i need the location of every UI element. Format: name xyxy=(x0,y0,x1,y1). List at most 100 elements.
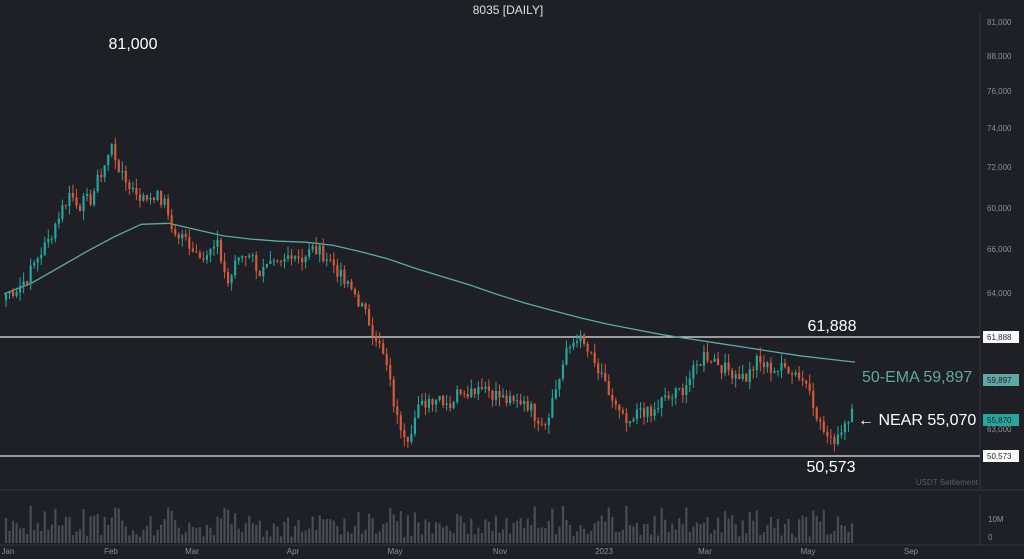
candle-body xyxy=(276,260,279,262)
candle-body xyxy=(600,372,603,374)
volume-bar xyxy=(470,518,473,543)
candle-body xyxy=(96,174,99,192)
volume-bar xyxy=(142,529,145,543)
volume-bar xyxy=(121,520,124,543)
volume-bar xyxy=(709,533,713,543)
candle-body xyxy=(117,160,120,173)
candle-body xyxy=(248,255,251,257)
candle-body xyxy=(205,255,209,260)
volume-bar xyxy=(290,536,293,543)
volume-bar xyxy=(551,508,554,543)
volume-bar xyxy=(184,532,187,543)
volume-bar xyxy=(783,523,787,543)
volume-bar xyxy=(625,505,628,543)
chart-title: 8035 [DAILY] xyxy=(473,3,544,17)
candle-body xyxy=(29,265,32,285)
volume-bar xyxy=(442,527,445,543)
candle-body xyxy=(695,364,698,366)
candle-body xyxy=(822,421,825,432)
volume-bar xyxy=(745,533,748,543)
candle-body xyxy=(251,255,254,257)
volume-bar xyxy=(336,526,339,543)
volume-bar xyxy=(145,526,149,543)
candle-body xyxy=(776,370,780,372)
volume-bar xyxy=(568,525,572,543)
candle-body xyxy=(519,400,522,405)
candle-body xyxy=(174,229,177,235)
candle-body xyxy=(794,372,797,375)
candle-body xyxy=(311,246,314,250)
candle-body xyxy=(590,351,593,353)
volume-bar xyxy=(216,516,219,543)
volume-bar xyxy=(833,531,836,543)
x-tick-label: Nov xyxy=(493,547,507,556)
candle-body xyxy=(558,378,561,390)
volume-bar xyxy=(417,522,420,543)
volume-bar xyxy=(427,522,431,543)
candle-body xyxy=(107,154,110,166)
volume-bar xyxy=(533,506,536,543)
volume-tick-label: 0 xyxy=(988,533,993,542)
volume-bar xyxy=(688,531,691,543)
candle-body xyxy=(47,238,50,243)
candle-body xyxy=(745,373,748,382)
candle-body xyxy=(82,196,85,211)
y-tick-label: 88,000 xyxy=(987,52,1012,61)
volume-bar xyxy=(311,516,314,543)
volume-bar xyxy=(456,513,459,543)
volume-bar xyxy=(526,518,529,543)
candle-body xyxy=(237,257,240,261)
candle-body xyxy=(36,258,39,263)
volume-bar xyxy=(103,516,106,543)
candle-body xyxy=(413,417,416,435)
volume-bar xyxy=(177,527,180,543)
candle-body xyxy=(160,191,163,205)
candle-body xyxy=(375,335,378,341)
candle-body xyxy=(706,352,709,362)
volume-bar xyxy=(805,517,808,543)
candle-body xyxy=(110,143,113,155)
volume-bar xyxy=(572,535,575,543)
volume-bar xyxy=(434,522,438,543)
volume-bar xyxy=(343,518,346,543)
candle-body xyxy=(720,365,723,374)
price-tag-ema: 59,897 xyxy=(983,374,1019,386)
volume-bar xyxy=(40,530,43,543)
volume-bar xyxy=(332,520,335,543)
volume-bar xyxy=(466,533,469,543)
volume-bar xyxy=(230,524,233,543)
volume-bar xyxy=(540,527,543,543)
x-tick-label: Mar xyxy=(185,547,199,556)
candle-body xyxy=(759,356,762,363)
candle-body xyxy=(357,294,360,307)
volume-bar xyxy=(195,528,198,543)
volume-bar xyxy=(170,510,173,543)
candle-body xyxy=(216,239,219,247)
volume-bar xyxy=(558,526,561,543)
volume-bar xyxy=(611,516,614,543)
candle-body xyxy=(565,347,568,365)
volume-bar xyxy=(498,532,501,543)
volume-bar xyxy=(505,518,508,543)
candle-body xyxy=(103,165,106,178)
volume-bar xyxy=(389,507,392,543)
candle-body xyxy=(78,205,82,211)
volume-bar xyxy=(174,519,177,543)
candle-body xyxy=(353,288,357,295)
candle-body xyxy=(657,407,660,410)
candle-body xyxy=(269,260,272,264)
volume-bar xyxy=(671,523,674,543)
candle-body xyxy=(674,388,677,398)
candle-body xyxy=(293,256,297,259)
near-annotation: ← NEAR 55,070 xyxy=(858,412,976,429)
candle-body xyxy=(516,400,519,402)
candle-body xyxy=(367,308,371,326)
volume-bar xyxy=(836,516,839,543)
volume-bar xyxy=(269,536,272,543)
volume-bar xyxy=(473,534,476,543)
volume-bar xyxy=(219,518,223,543)
volume-bar xyxy=(822,509,825,543)
volume-bar xyxy=(702,522,706,543)
volume-bar xyxy=(339,534,342,543)
candle-body xyxy=(583,335,586,344)
